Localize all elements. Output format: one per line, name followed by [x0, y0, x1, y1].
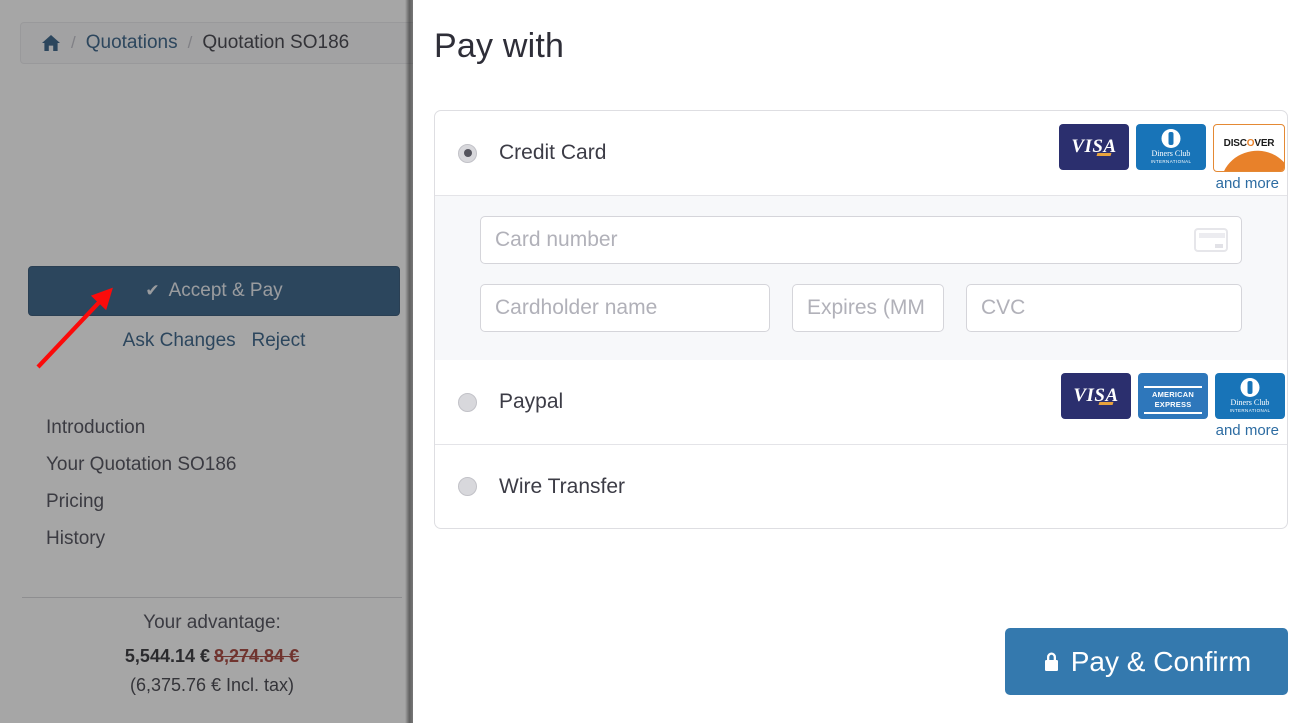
card-number-wrapper — [480, 216, 1242, 264]
payment-method-paypal[interactable]: Paypal VISA AMERICAN EXPRESS Diners Club… — [435, 360, 1287, 444]
modal-backdrop[interactable] — [0, 0, 413, 723]
visa-logo-icon: VISA — [1061, 373, 1131, 419]
and-more-link-credit-card[interactable]: and more — [1017, 175, 1285, 192]
payment-method-label-paypal: Paypal — [499, 390, 564, 413]
lock-icon — [1042, 650, 1061, 674]
card-details-row — [480, 284, 1242, 332]
modal-left-shadow — [405, 0, 413, 723]
visa-logo-icon: VISA — [1059, 124, 1129, 170]
payment-modal: Pay with Credit Card VISA Diners Club IN… — [413, 0, 1302, 723]
payment-method-label-credit-card: Credit Card — [499, 141, 607, 164]
diners-logo-subtext: INTERNATIONAL — [1229, 408, 1271, 413]
radio-paypal[interactable] — [458, 392, 477, 412]
app-root: / Quotations / Quotation SO186 ✔ Accept … — [0, 0, 1302, 723]
payment-method-label-wire-transfer: Wire Transfer — [499, 474, 626, 498]
radio-wire-transfer[interactable] — [458, 477, 477, 496]
credit-card-logos: VISA Diners Club INTERNATIONAL DISCOVER — [1017, 124, 1285, 192]
card-cvc-input[interactable] — [966, 284, 1242, 332]
paypal-logos: VISA AMERICAN EXPRESS Diners Club INTERN… — [1017, 373, 1285, 439]
discover-logo-icon: DISCOVER — [1213, 124, 1285, 172]
visa-logo-text: VISA — [1071, 136, 1117, 157]
payment-method-wire-transfer[interactable]: Wire Transfer — [435, 444, 1287, 528]
credit-card-form — [435, 195, 1287, 360]
cardholder-name-input[interactable] — [480, 284, 770, 332]
diners-logo-text: Diners Club — [1230, 398, 1270, 407]
payment-methods-panel: Credit Card VISA Diners Club INTERNATION… — [434, 110, 1288, 529]
card-number-input[interactable] — [480, 216, 1242, 264]
credit-card-icon — [1194, 228, 1228, 252]
amex-text-line2: EXPRESS — [1154, 400, 1192, 409]
pay-and-confirm-label: Pay & Confirm — [1070, 645, 1252, 677]
diners-club-logo-icon: Diners Club INTERNATIONAL — [1136, 124, 1206, 170]
pay-and-confirm-button[interactable]: Pay & Confirm — [1005, 628, 1288, 695]
amex-text-line1: AMERICAN — [1151, 390, 1194, 399]
and-more-link-paypal[interactable]: and more — [1017, 422, 1285, 439]
diners-club-logo-icon: Diners Club INTERNATIONAL — [1215, 373, 1285, 419]
radio-credit-card[interactable] — [458, 143, 477, 163]
page-title: Pay with — [434, 27, 565, 65]
background-page: / Quotations / Quotation SO186 ✔ Accept … — [0, 0, 413, 723]
discover-text-a: DISC — [1223, 138, 1247, 149]
diners-logo-subtext: INTERNATIONAL — [1150, 159, 1192, 164]
visa-logo-text: VISA — [1073, 385, 1119, 406]
payment-method-credit-card[interactable]: Credit Card VISA Diners Club INTERNATION… — [435, 111, 1287, 195]
diners-logo-text: Diners Club — [1151, 149, 1191, 158]
card-expiry-input[interactable] — [792, 284, 944, 332]
discover-text-b: VER — [1254, 138, 1275, 149]
american-express-logo-icon: AMERICAN EXPRESS — [1138, 373, 1208, 419]
